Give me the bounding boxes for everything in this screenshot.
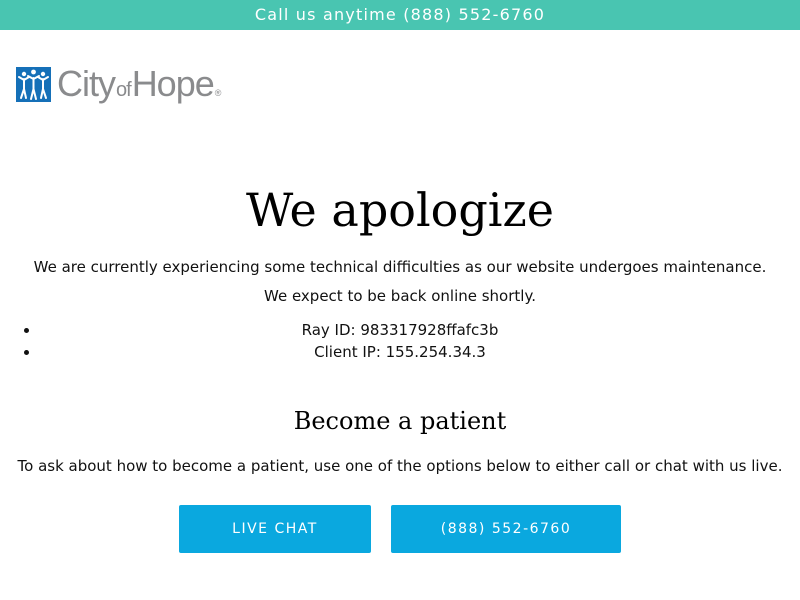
back-online-message: We expect to be back online shortly.: [264, 287, 536, 305]
maintenance-message: We are currently experiencing some techn…: [33, 258, 767, 276]
ray-id-item: Ray ID: 983317928ffafc3b: [40, 319, 800, 341]
error-info-list: Ray ID: 983317928ffafc3b Client IP: 155.…: [0, 319, 800, 363]
registered-mark: ®: [214, 88, 222, 98]
page-title: We apologize: [246, 183, 554, 237]
header: City of Hope ®: [0, 30, 800, 130]
top-call-banner: Call us anytime (888) 552-6760: [0, 0, 800, 30]
city-of-hope-logo[interactable]: City of Hope ®: [16, 63, 222, 105]
logo-wordmark: City of Hope ®: [57, 63, 222, 105]
main-content: We apologize We are currently experienci…: [0, 182, 800, 553]
become-patient-heading: Become a patient: [293, 407, 507, 435]
city-of-hope-figures-icon: [16, 66, 51, 102]
logo-word-city: City: [57, 63, 116, 104]
call-banner-text: Call us anytime (888) 552-6760: [254, 5, 546, 24]
contact-buttons: LIVE CHAT (888) 552-6760: [0, 505, 800, 553]
live-chat-button[interactable]: LIVE CHAT: [179, 505, 371, 553]
become-patient-description: To ask about how to become a patient, us…: [17, 457, 783, 475]
logo-word-of: of: [116, 79, 132, 101]
logo-word-hope: Hope: [131, 63, 215, 104]
call-phone-button[interactable]: (888) 552-6760: [391, 505, 621, 553]
client-ip-item: Client IP: 155.254.34.3: [40, 341, 800, 363]
